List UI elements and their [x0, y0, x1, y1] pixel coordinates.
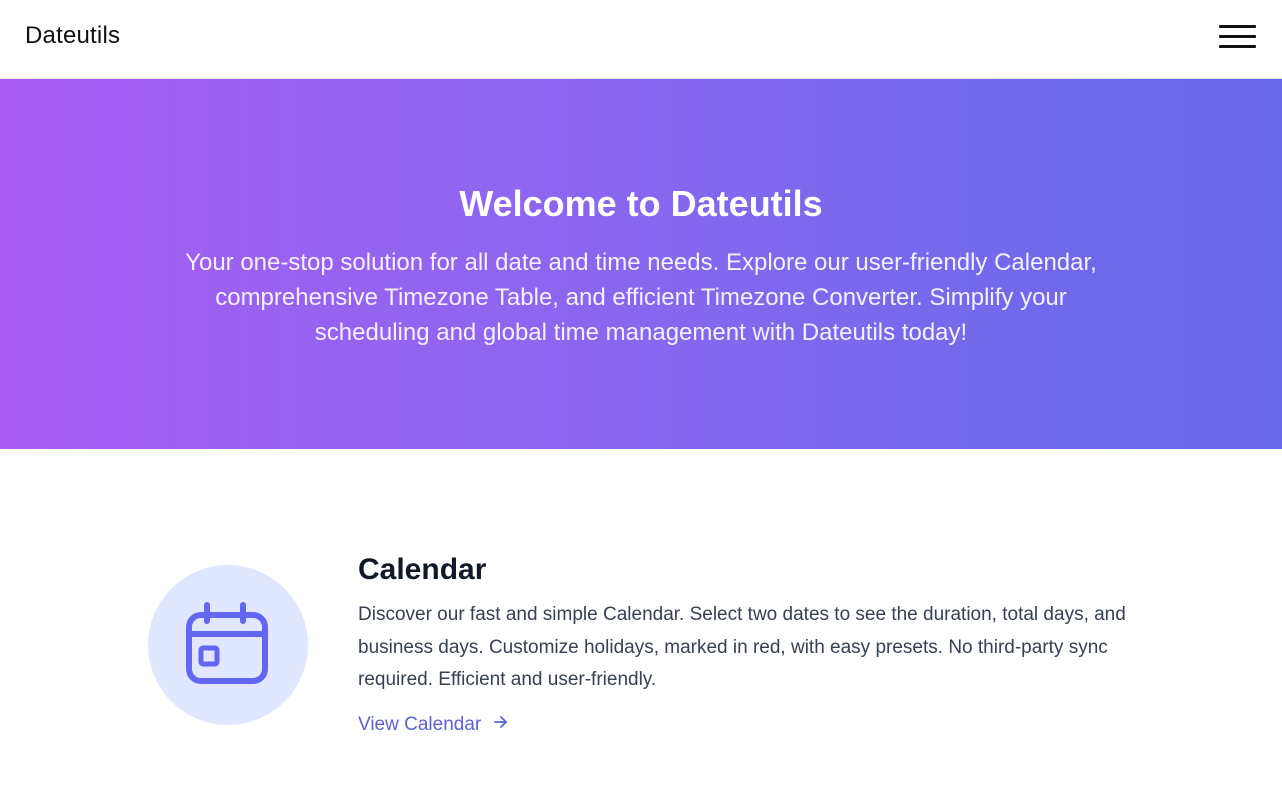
calendar-icon	[186, 602, 268, 684]
feature-calendar: Calendar Discover our fast and simple Ca…	[0, 449, 1282, 788]
feature-icon-container	[148, 565, 308, 725]
hero-description: Your one-stop solution for all date and …	[185, 249, 1097, 346]
feature-description: Discover our fast and simple Calendar. S…	[358, 604, 1126, 690]
arrow-right-icon	[493, 714, 509, 736]
feature-title: Calendar	[358, 553, 487, 586]
navbar: Dateutils	[0, 0, 1282, 79]
view-calendar-label: View Calendar	[358, 714, 482, 735]
menu-button[interactable]	[1219, 22, 1257, 50]
view-calendar-link[interactable]: View Calendar	[358, 714, 509, 736]
hero-section: Welcome to Dateutils Your one-stop solut…	[0, 79, 1282, 449]
brand-logo-link[interactable]: Dateutils	[25, 22, 120, 50]
hero-title: Welcome to Dateutils	[459, 183, 823, 224]
